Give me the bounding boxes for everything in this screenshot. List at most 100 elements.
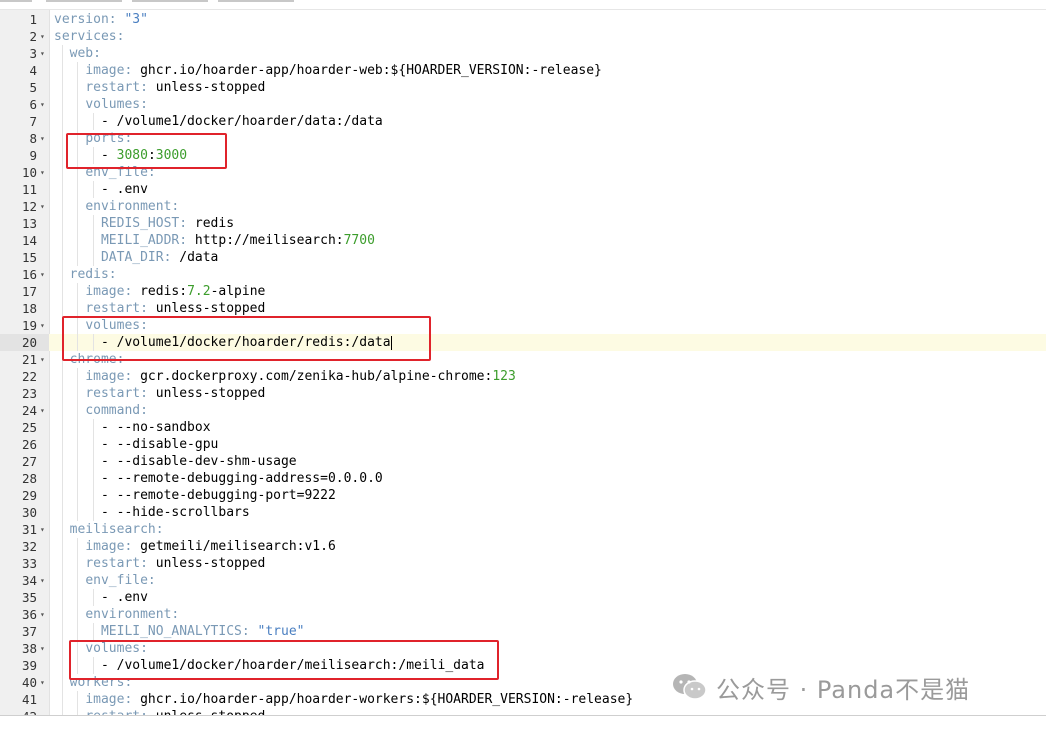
code-line[interactable]: 32 image: getmeili/meilisearch:v1.6	[0, 538, 1046, 555]
fold-toggle-icon[interactable]: ▾	[40, 640, 45, 657]
code-line[interactable]: 16 ▾ redis:	[0, 266, 1046, 283]
code-editor[interactable]: 1 version: "3" 2 ▾ services: 3 ▾ web: 4 image: …	[0, 9, 1046, 716]
code-line[interactable]: 24 ▾ command:	[0, 402, 1046, 419]
code-line[interactable]: 23 restart: unless-stopped	[0, 385, 1046, 402]
code-line[interactable]: 7 - /volume1/docker/hoarder/data:/data	[0, 113, 1046, 130]
code-text[interactable]: - .env	[54, 181, 148, 198]
code-text[interactable]: image: ghcr.io/hoarder-app/hoarder-worke…	[54, 691, 633, 708]
code-text[interactable]: services:	[54, 28, 124, 45]
code-text[interactable]: - --disable-gpu	[54, 436, 218, 453]
fold-toggle-icon[interactable]: ▾	[40, 317, 45, 334]
fold-toggle-icon[interactable]: ▾	[40, 28, 45, 45]
code-line[interactable]: 15 DATA_DIR: /data	[0, 249, 1046, 266]
code-line[interactable]: 18 restart: unless-stopped	[0, 300, 1046, 317]
code-line[interactable]: 5 restart: unless-stopped	[0, 79, 1046, 96]
line-number-cell: 9	[0, 147, 49, 164]
code-text[interactable]: restart: unless-stopped	[54, 300, 265, 317]
line-number-cell: 20	[0, 334, 49, 351]
fold-toggle-icon[interactable]: ▾	[40, 130, 45, 147]
line-number-cell: 38 ▾	[0, 640, 49, 657]
code-text[interactable]: MEILI_ADDR: http://meilisearch:7700	[54, 232, 375, 249]
tab-stub[interactable]	[0, 0, 32, 2]
code-line[interactable]: 26 - --disable-gpu	[0, 436, 1046, 453]
code-line[interactable]: 14 MEILI_ADDR: http://meilisearch:7700	[0, 232, 1046, 249]
code-line[interactable]: 28 - --remote-debugging-address=0.0.0.0	[0, 470, 1046, 487]
code-text[interactable]: restart: unless-stopped	[54, 385, 265, 402]
code-text[interactable]: MEILI_NO_ANALYTICS: "true"	[54, 623, 305, 640]
code-line[interactable]: 31 ▾ meilisearch:	[0, 521, 1046, 538]
code-text[interactable]: - /volume1/docker/hoarder/data:/data	[54, 113, 383, 130]
code-line[interactable]: 17 image: redis:7.2-alpine	[0, 283, 1046, 300]
code-text[interactable]: web:	[54, 45, 101, 62]
tab-stub[interactable]	[218, 0, 294, 2]
line-number: 3	[29, 46, 37, 61]
fold-toggle-icon[interactable]: ▾	[40, 351, 45, 368]
yaml-value: unless-stopped	[147, 80, 266, 95]
code-text[interactable]: image: gcr.dockerproxy.com/zenika-hub/al…	[54, 368, 515, 385]
code-text[interactable]: restart: unless-stopped	[54, 555, 265, 572]
fold-toggle-icon[interactable]: ▾	[40, 521, 45, 538]
fold-toggle-icon[interactable]: ▾	[40, 45, 45, 62]
line-number: 39	[21, 658, 37, 673]
code-line[interactable]: 34 ▾ env_file:	[0, 572, 1046, 589]
code-line[interactable]: 33 restart: unless-stopped	[0, 555, 1046, 572]
fold-toggle-icon[interactable]: ▾	[40, 572, 45, 589]
code-line[interactable]: 1 version: "3"	[0, 11, 1046, 28]
line-number: 5	[29, 80, 37, 95]
line-number-cell: 4	[0, 62, 49, 79]
line-number-cell: 29	[0, 487, 49, 504]
code-line[interactable]: 6 ▾ volumes:	[0, 96, 1046, 113]
code-text[interactable]: version: "3"	[54, 11, 148, 28]
code-text[interactable]: - --no-sandbox	[54, 419, 211, 436]
code-line[interactable]: 13 REDIS_HOST: redis	[0, 215, 1046, 232]
fold-toggle-icon[interactable]: ▾	[40, 674, 45, 691]
code-text[interactable]: image: getmeili/meilisearch:v1.6	[54, 538, 335, 555]
code-text[interactable]: command:	[54, 402, 148, 419]
code-text[interactable]: - --disable-dev-shm-usage	[54, 453, 297, 470]
line-number: 10	[21, 165, 37, 180]
code-line[interactable]: 4 image: ghcr.io/hoarder-app/hoarder-web…	[0, 62, 1046, 79]
line-number: 9	[29, 148, 37, 163]
line-number-cell: 15	[0, 249, 49, 266]
code-text[interactable]: restart: unless-stopped	[54, 79, 265, 96]
code-text[interactable]: environment:	[54, 606, 179, 623]
code-line[interactable]: 12 ▾ environment:	[0, 198, 1046, 215]
code-text[interactable]: - --remote-debugging-port=9222	[54, 487, 336, 504]
code-line[interactable]: 37 MEILI_NO_ANALYTICS: "true"	[0, 623, 1046, 640]
code-text[interactable]: env_file:	[54, 572, 155, 589]
fold-toggle-icon[interactable]: ▾	[40, 606, 45, 623]
code-line[interactable]: 22 image: gcr.dockerproxy.com/zenika-hub…	[0, 368, 1046, 385]
tab-stub[interactable]	[46, 0, 122, 2]
tab-stub[interactable]	[132, 0, 208, 2]
fold-toggle-icon[interactable]: ▾	[40, 402, 45, 419]
code-text[interactable]: volumes:	[54, 96, 148, 113]
code-text[interactable]: - .env	[54, 589, 148, 606]
code-text[interactable]: image: redis:7.2-alpine	[54, 283, 265, 300]
code-line[interactable]: 27 - --disable-dev-shm-usage	[0, 453, 1046, 470]
code-line[interactable]: 35 - .env	[0, 589, 1046, 606]
yaml-key: restart:	[85, 556, 148, 571]
code-line[interactable]: 29 - --remote-debugging-port=9222	[0, 487, 1046, 504]
code-text[interactable]: - --hide-scrollbars	[54, 504, 250, 521]
fold-toggle-icon[interactable]: ▾	[40, 198, 45, 215]
fold-toggle-icon[interactable]: ▾	[40, 164, 45, 181]
line-number: 36	[21, 607, 37, 622]
fold-toggle-icon[interactable]: ▾	[40, 96, 45, 113]
code-line[interactable]: 2 ▾ services:	[0, 28, 1046, 45]
fold-toggle-icon[interactable]: ▾	[40, 266, 45, 283]
code-line[interactable]: 25 - --no-sandbox	[0, 419, 1046, 436]
code-line[interactable]: 30 - --hide-scrollbars	[0, 504, 1046, 521]
line-number-cell: 3 ▾	[0, 45, 49, 62]
code-text[interactable]: environment:	[54, 198, 179, 215]
line-number-cell: 18	[0, 300, 49, 317]
code-line[interactable]: 11 - .env	[0, 181, 1046, 198]
code-text[interactable]: - --remote-debugging-address=0.0.0.0	[54, 470, 383, 487]
code-text[interactable]: redis:	[54, 266, 117, 283]
code-line[interactable]: 3 ▾ web:	[0, 45, 1046, 62]
code-line[interactable]: 36 ▾ environment:	[0, 606, 1046, 623]
line-number-cell: 16 ▾	[0, 266, 49, 283]
code-text[interactable]: image: ghcr.io/hoarder-app/hoarder-web:$…	[54, 62, 602, 79]
code-text[interactable]: DATA_DIR: /data	[54, 249, 218, 266]
code-text[interactable]: meilisearch:	[54, 521, 164, 538]
code-text[interactable]: REDIS_HOST: redis	[54, 215, 234, 232]
